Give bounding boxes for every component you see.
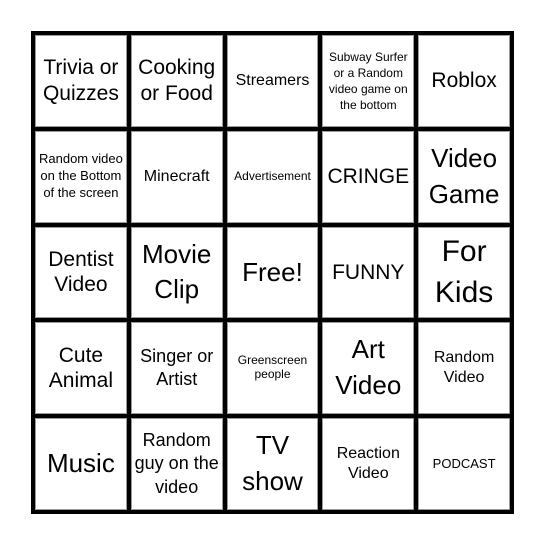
bingo-cell-label: Video Game xyxy=(428,142,500,209)
bingo-cell-label: Reaction Video xyxy=(336,445,400,483)
bingo-cell[interactable]: Music xyxy=(35,418,127,510)
bingo-cell-label: CRINGE xyxy=(327,164,410,188)
bingo-cell-label: For Kids xyxy=(434,235,494,310)
bingo-cell[interactable]: For Kids xyxy=(418,226,510,319)
bingo-cell[interactable]: Singer or Artist xyxy=(130,322,223,415)
bingo-cell-label: Movie Clip xyxy=(142,238,212,305)
bingo-cell[interactable]: Cute Animal xyxy=(35,322,127,415)
bingo-cell-label: Minecraft xyxy=(143,167,210,185)
bingo-cell-label: Art Video xyxy=(335,334,402,401)
bingo-cell-label: PODCAST xyxy=(432,455,496,471)
bingo-cell[interactable]: Cooking or Food xyxy=(130,35,223,127)
bingo-cell[interactable]: FUNNY xyxy=(322,226,415,319)
bingo-cell[interactable]: Dentist Video xyxy=(35,226,127,319)
bingo-cell-label: Singer or Artist xyxy=(140,345,214,390)
bingo-cell-label: Streamers xyxy=(235,71,310,89)
bingo-cell[interactable]: Video Game xyxy=(418,130,510,223)
bingo-cell[interactable]: Minecraft xyxy=(130,130,223,223)
bingo-cell[interactable]: Streamers xyxy=(226,35,319,127)
bingo-cell-label: Roblox xyxy=(431,69,497,93)
bingo-cell[interactable]: Roblox xyxy=(418,35,510,127)
bingo-cell-label: Dentist Video xyxy=(48,247,114,297)
bingo-cell[interactable]: PODCAST xyxy=(418,418,510,510)
bingo-cell[interactable]: Art Video xyxy=(322,322,415,415)
bingo-cell[interactable]: Random Video xyxy=(418,322,510,415)
bingo-board: Trivia or Quizzes Cooking or Food Streamer… xyxy=(31,31,514,514)
bingo-cell-label: Random guy on the video xyxy=(134,430,219,497)
bingo-cell-label: Advertisement xyxy=(234,168,311,183)
bingo-cell[interactable]: Subway Surfer or a Random video game on … xyxy=(322,35,415,127)
bingo-cell[interactable]: Movie Clip xyxy=(130,226,223,319)
bingo-cell[interactable]: Reaction Video xyxy=(322,418,415,510)
bingo-cell-label: FUNNY xyxy=(332,260,405,284)
free-space-cell[interactable]: Free! xyxy=(226,226,319,319)
bingo-cell-label: Cute Animal xyxy=(48,343,113,393)
bingo-cell-label: Free! xyxy=(242,256,303,287)
bingo-cell[interactable]: Trivia or Quizzes xyxy=(35,35,127,127)
bingo-cell[interactable]: CRINGE xyxy=(322,130,415,223)
bingo-cell-label: Cooking or Food xyxy=(138,56,216,105)
bingo-cell[interactable]: Advertisement xyxy=(226,130,319,223)
bingo-cell-label: TV show xyxy=(242,430,303,497)
bingo-cell-label: Subway Surfer or a Random video game on … xyxy=(328,49,408,113)
bingo-cell-label: Greenscreen people xyxy=(237,353,308,382)
bingo-cell-label: Random video on the Bottom of the screen xyxy=(38,151,123,201)
bingo-cell[interactable]: Random video on the Bottom of the screen xyxy=(35,130,127,223)
bingo-cell-label: Music xyxy=(46,448,115,479)
bingo-cell-label: Trivia or Quizzes xyxy=(42,56,119,105)
bingo-cell-label: Random Video xyxy=(433,349,495,387)
bingo-cell[interactable]: Greenscreen people xyxy=(226,322,319,415)
bingo-cell[interactable]: Random guy on the video xyxy=(130,418,223,510)
bingo-cell[interactable]: TV show xyxy=(226,418,319,510)
